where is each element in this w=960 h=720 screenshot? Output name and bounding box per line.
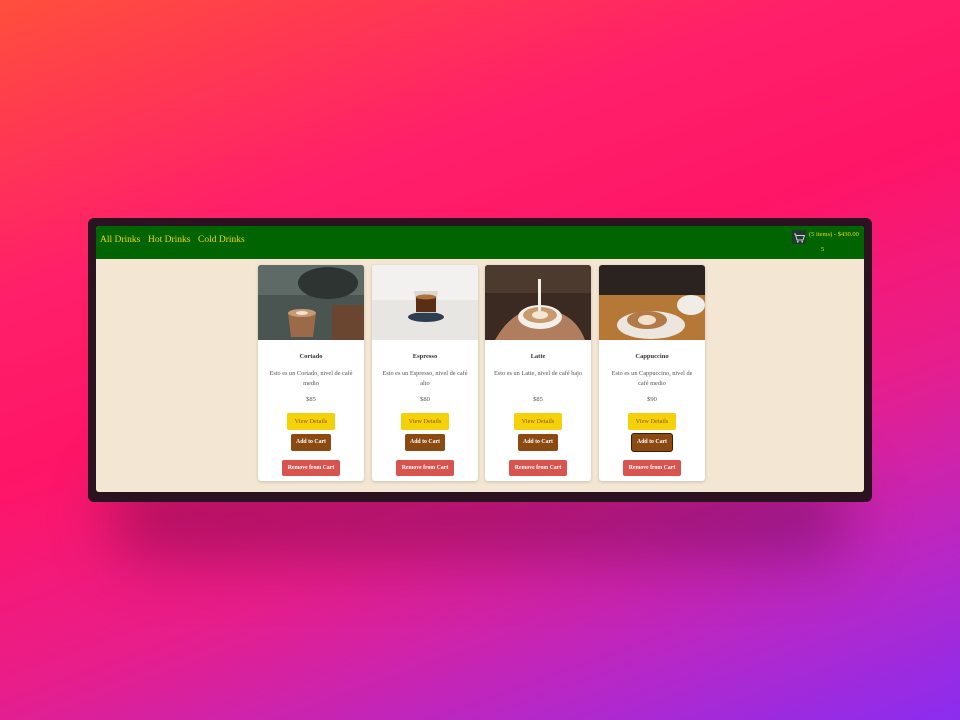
remove-from-cart-button[interactable]: Remove from Cart — [396, 460, 454, 476]
product-name: Cortado — [299, 353, 323, 360]
add-to-cart-button[interactable]: Add to Cart — [291, 434, 331, 451]
product-name: Espresso — [412, 353, 438, 360]
view-details-button[interactable]: View Details — [287, 413, 335, 430]
cortado-photo — [258, 265, 364, 340]
product-description: Esto es un Latte, nivel de café bajo — [493, 370, 583, 377]
add-to-cart-button[interactable]: Add to Cart — [632, 434, 672, 451]
product-price: $80 — [420, 396, 430, 403]
remove-from-cart-button[interactable]: Remove from Cart — [282, 460, 340, 476]
product-price: $90 — [647, 396, 657, 403]
nav-hot-drinks[interactable]: Hot Drinks — [148, 235, 191, 245]
product-card-cortado: Cortado Esto es un Cortado, nivel de caf… — [258, 265, 364, 481]
add-to-cart-button[interactable]: Add to Cart — [518, 434, 558, 451]
shopping-cart-icon — [792, 230, 806, 244]
latte-photo — [485, 265, 591, 340]
product-name: Cappuccino — [635, 353, 669, 360]
cart-count: 5 — [821, 246, 825, 253]
navbar: All Drinks Hot Drinks Cold Drinks (5 ite… — [96, 226, 864, 259]
product-card-cappuccino: Cappuccino Esto es un Cappuccino, nivel … — [599, 265, 705, 481]
espresso-photo — [372, 265, 478, 340]
product-price: $85 — [306, 396, 316, 403]
cart-widget[interactable]: (5 items) - $430.00 5 — [792, 229, 862, 257]
product-card-espresso: Espresso Esto es un Espresso, nivel de c… — [372, 265, 478, 481]
product-description: Esto es un Espresso, nivel de café alto — [382, 370, 468, 387]
cart-summary: (5 items) - $430.00 — [809, 231, 859, 238]
view-details-button[interactable]: View Details — [628, 413, 676, 430]
product-description: Esto es un Cappuccino, nivel de café med… — [611, 370, 693, 387]
product-description: Esto es un Cortado, nivel de café medio — [269, 370, 353, 387]
view-details-button[interactable]: View Details — [514, 413, 562, 430]
add-to-cart-button[interactable]: Add to Cart — [405, 434, 445, 451]
cappuccino-photo — [599, 265, 705, 340]
remove-from-cart-button[interactable]: Remove from Cart — [509, 460, 567, 476]
product-name: Latte — [530, 353, 546, 360]
product-price: $85 — [533, 396, 543, 403]
view-details-button[interactable]: View Details — [401, 413, 449, 430]
nav-cold-drinks[interactable]: Cold Drinks — [198, 235, 245, 245]
remove-from-cart-button[interactable]: Remove from Cart — [623, 460, 681, 476]
nav-all-drinks[interactable]: All Drinks — [100, 235, 140, 245]
product-card-latte: Latte Esto es un Latte, nivel de café ba… — [485, 265, 591, 481]
app-screen: All Drinks Hot Drinks Cold Drinks (5 ite… — [96, 226, 864, 492]
